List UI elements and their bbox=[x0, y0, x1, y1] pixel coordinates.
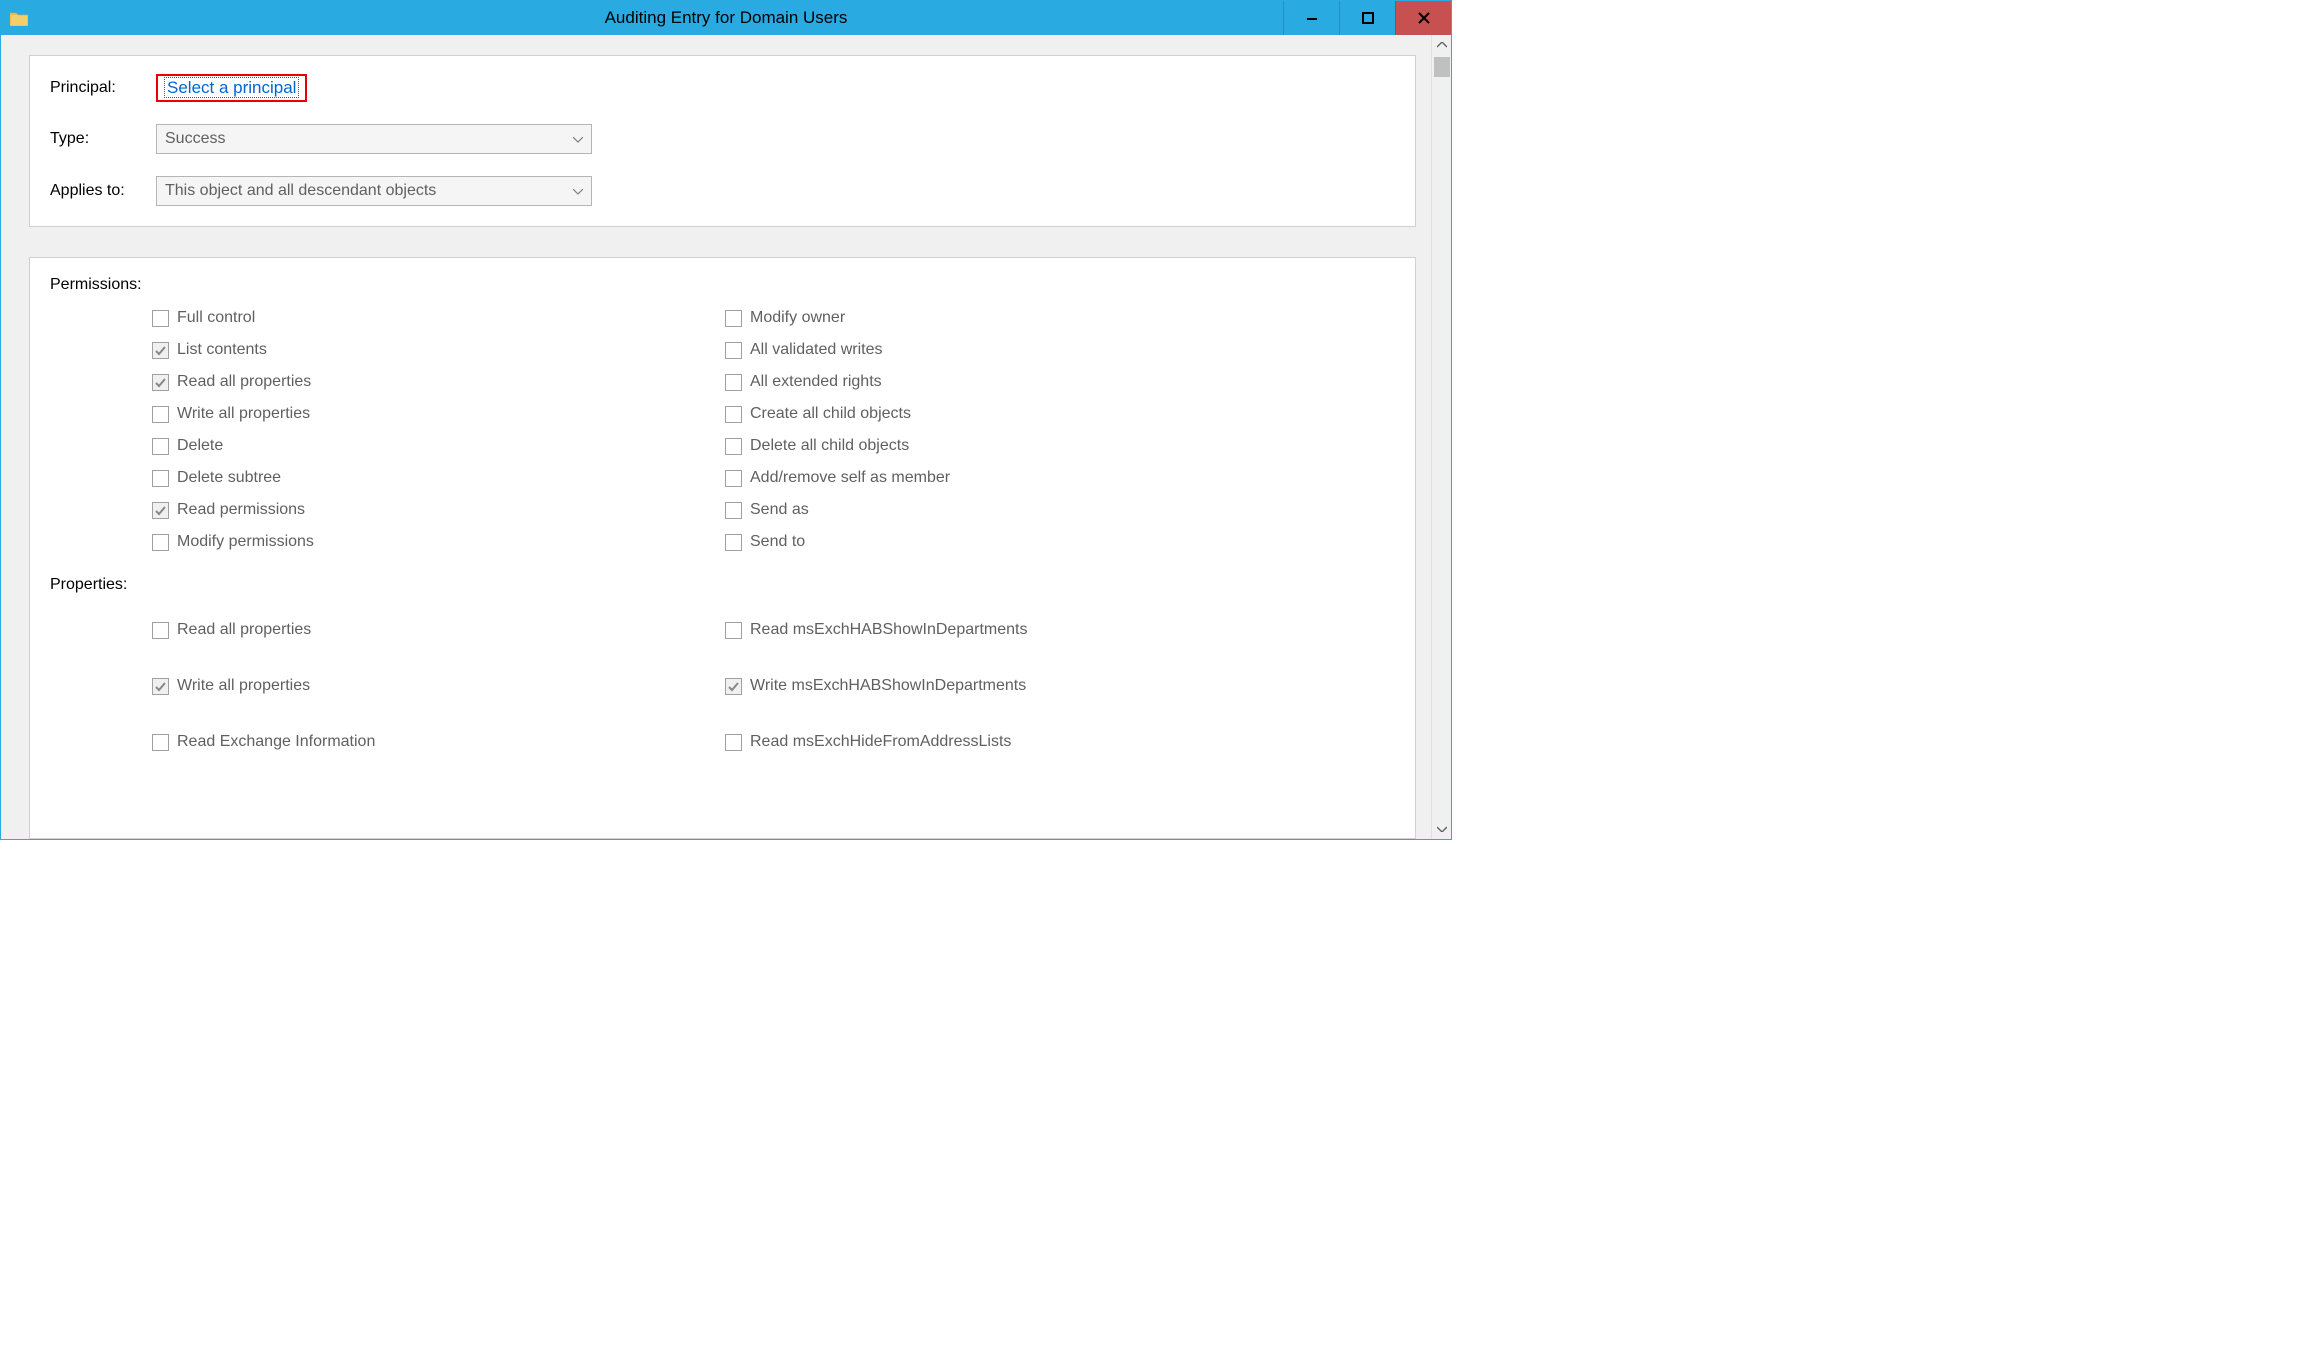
checkbox-label: Write all properties bbox=[177, 677, 310, 695]
checkbox-row: All validated writes bbox=[725, 334, 1298, 366]
checkbox-row: Write msExchHABShowInDepartments bbox=[725, 658, 1298, 714]
checkbox-label: Add/remove self as member bbox=[750, 469, 950, 487]
checkbox-label: Write msExchHABShowInDepartments bbox=[750, 677, 1026, 695]
checkbox[interactable] bbox=[152, 622, 169, 639]
checkbox-label: All extended rights bbox=[750, 373, 882, 391]
checkbox[interactable] bbox=[725, 534, 742, 551]
checkbox-row: All extended rights bbox=[725, 366, 1298, 398]
checkbox[interactable] bbox=[152, 734, 169, 751]
principal-link-highlight: Select a principal bbox=[156, 74, 307, 102]
content-wrap: Principal: Select a principal Type: Succ… bbox=[1, 35, 1431, 839]
checkbox[interactable] bbox=[725, 678, 742, 695]
checkbox-label: Read msExchHideFromAddressLists bbox=[750, 733, 1011, 751]
minimize-button[interactable] bbox=[1283, 1, 1339, 35]
properties-grid: Read all properties Write all properties R… bbox=[152, 602, 1395, 770]
checkbox-row: Send to bbox=[725, 526, 1298, 558]
checkbox[interactable] bbox=[152, 502, 169, 519]
checkbox-row: Read all properties bbox=[152, 602, 725, 658]
checkbox[interactable] bbox=[725, 374, 742, 391]
checkbox-label: Send as bbox=[750, 501, 809, 519]
checkbox-label: Create all child objects bbox=[750, 405, 911, 423]
scroll-down-button[interactable] bbox=[1432, 819, 1451, 839]
client-area: Principal: Select a principal Type: Succ… bbox=[1, 35, 1451, 839]
checkbox-label: Modify owner bbox=[750, 309, 845, 327]
checkbox[interactable] bbox=[152, 678, 169, 695]
checkbox-label: All validated writes bbox=[750, 341, 883, 359]
scroll-up-button[interactable] bbox=[1432, 35, 1451, 55]
checkbox-label: Read Exchange Information bbox=[177, 733, 375, 751]
properties-heading: Properties: bbox=[50, 576, 1395, 594]
principal-label: Principal: bbox=[50, 79, 156, 97]
checkbox[interactable] bbox=[152, 374, 169, 391]
checkbox-label: Write all properties bbox=[177, 405, 310, 423]
checkbox[interactable] bbox=[725, 622, 742, 639]
permissions-heading: Permissions: bbox=[50, 276, 1395, 294]
window-title: Auditing Entry for Domain Users bbox=[605, 8, 848, 28]
type-combo-value: Success bbox=[165, 130, 225, 148]
checkbox[interactable] bbox=[152, 406, 169, 423]
checkbox-row: Write all properties bbox=[152, 658, 725, 714]
checkbox-row: Modify permissions bbox=[152, 526, 725, 558]
vertical-scrollbar[interactable] bbox=[1431, 35, 1451, 839]
maximize-button[interactable] bbox=[1339, 1, 1395, 35]
checkbox-row: Delete bbox=[152, 430, 725, 462]
window-controls bbox=[1283, 1, 1451, 35]
auditing-entry-window: Auditing Entry for Domain Users Principa… bbox=[0, 0, 1452, 840]
titlebar: Auditing Entry for Domain Users bbox=[1, 1, 1451, 35]
checkbox[interactable] bbox=[725, 438, 742, 455]
checkbox-row: Read Exchange Information bbox=[152, 714, 725, 770]
checkbox-row: Delete subtree bbox=[152, 462, 725, 494]
checkbox[interactable] bbox=[725, 470, 742, 487]
checkbox-label: Read msExchHABShowInDepartments bbox=[750, 621, 1027, 639]
applies-to-label: Applies to: bbox=[50, 182, 156, 200]
checkbox-row: Create all child objects bbox=[725, 398, 1298, 430]
checkbox-label: Delete subtree bbox=[177, 469, 281, 487]
checkbox-row: Read msExchHideFromAddressLists bbox=[725, 714, 1298, 770]
permissions-panel: Permissions: Full control List contents Re… bbox=[29, 257, 1416, 839]
permissions-grid: Full control List contents Read all proper… bbox=[152, 302, 1395, 558]
checkbox-label: Full control bbox=[177, 309, 255, 327]
checkbox-row: Send as bbox=[725, 494, 1298, 526]
checkbox-row: Read msExchHABShowInDepartments bbox=[725, 602, 1298, 658]
scroll-thumb[interactable] bbox=[1434, 57, 1450, 77]
checkbox-row: Read permissions bbox=[152, 494, 725, 526]
applies-to-combo-value: This object and all descendant objects bbox=[165, 182, 436, 200]
checkbox-label: Send to bbox=[750, 533, 805, 551]
checkbox-row: Read all properties bbox=[152, 366, 725, 398]
checkbox-label: List contents bbox=[177, 341, 267, 359]
select-principal-link[interactable]: Select a principal bbox=[164, 77, 299, 98]
checkbox-label: Read permissions bbox=[177, 501, 305, 519]
checkbox-label: Delete all child objects bbox=[750, 437, 909, 455]
checkbox[interactable] bbox=[152, 438, 169, 455]
checkbox[interactable] bbox=[725, 502, 742, 519]
checkbox-row: Full control bbox=[152, 302, 725, 334]
type-combo[interactable]: Success bbox=[156, 124, 592, 154]
checkbox-label: Modify permissions bbox=[177, 533, 314, 551]
checkbox-row: Add/remove self as member bbox=[725, 462, 1298, 494]
checkbox-row: Delete all child objects bbox=[725, 430, 1298, 462]
checkbox-row: List contents bbox=[152, 334, 725, 366]
close-button[interactable] bbox=[1395, 1, 1451, 35]
checkbox[interactable] bbox=[152, 342, 169, 359]
folder-icon bbox=[9, 8, 29, 28]
checkbox-label: Delete bbox=[177, 437, 223, 455]
checkbox[interactable] bbox=[725, 342, 742, 359]
checkbox-label: Read all properties bbox=[177, 621, 311, 639]
checkbox[interactable] bbox=[152, 310, 169, 327]
chevron-down-icon bbox=[573, 182, 583, 200]
checkbox[interactable] bbox=[725, 734, 742, 751]
chevron-down-icon bbox=[573, 130, 583, 148]
checkbox[interactable] bbox=[152, 534, 169, 551]
checkbox[interactable] bbox=[725, 406, 742, 423]
checkbox-row: Modify owner bbox=[725, 302, 1298, 334]
type-label: Type: bbox=[50, 130, 156, 148]
principal-panel: Principal: Select a principal Type: Succ… bbox=[29, 55, 1416, 227]
checkbox-row: Write all properties bbox=[152, 398, 725, 430]
applies-to-combo[interactable]: This object and all descendant objects bbox=[156, 176, 592, 206]
checkbox[interactable] bbox=[152, 470, 169, 487]
checkbox[interactable] bbox=[725, 310, 742, 327]
checkbox-label: Read all properties bbox=[177, 373, 311, 391]
